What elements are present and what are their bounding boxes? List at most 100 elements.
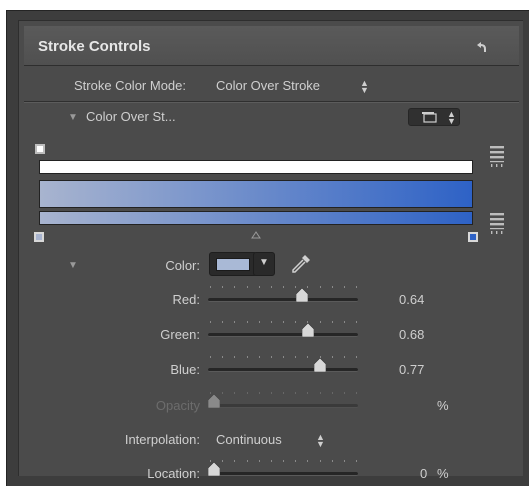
slider-tick [295,392,297,394]
color-disclosure-triangle-icon[interactable]: ▼ [68,260,78,271]
slider-tick [331,460,333,462]
reset-icon[interactable] [474,40,488,54]
slider-ticks [210,319,357,325]
gradient-preview-bar [39,180,473,208]
slider-tick [295,356,297,358]
slider-tick [270,460,272,462]
gradient-section-label: Color Over St... [86,109,176,124]
blue-label: Blue: [170,362,200,377]
slider-tick [270,321,272,323]
slider-tick [258,286,260,288]
slider-thumb[interactable] [296,288,309,302]
slider-track [208,472,358,476]
green-value[interactable]: 0.68 [399,327,424,342]
distribute-opacity-icon[interactable] [489,144,505,179]
slider-tick [234,356,236,358]
slider-tick [307,356,309,358]
gradient-preset-button[interactable]: ▲ ▼ [408,108,460,126]
slider-thumb[interactable] [314,358,327,372]
interpolation-label: Interpolation: [124,432,200,447]
slider-tick [283,392,284,394]
interpolation-popup[interactable]: Continuous ▲ ▼ [216,430,332,450]
color-swatch [216,258,250,271]
color-tag-start-handle[interactable] [34,232,44,242]
green-slider[interactable] [208,319,358,339]
red-label: Red: [172,292,200,307]
popup-arrows-icon: ▲ ▼ [360,78,369,95]
slider-tick [222,356,224,358]
location-label: Location: [147,466,200,481]
slider-tick [222,460,224,462]
popup-arrows-icon: ▲ ▼ [316,432,325,449]
slider-tick [319,460,321,462]
opacity-slider [208,390,358,410]
slider-tick [356,392,357,394]
slider-thumb[interactable] [301,323,314,337]
slider-tick [319,321,321,323]
slider-tick [246,321,248,323]
slider-tick [356,356,357,358]
color-popup-button[interactable]: ▼ [253,252,275,276]
slider-tick [343,356,345,358]
slider-track [208,298,358,302]
slider-tick [307,460,309,462]
slider-tick [319,286,321,288]
slider-tick [234,286,236,288]
slider-tick [331,392,333,394]
opacity-gradient-bar[interactable] [39,160,473,174]
blue-value[interactable]: 0.77 [399,362,424,377]
disclosure-triangle-icon[interactable]: ▼ [68,112,78,123]
stroke-color-mode-popup[interactable]: Color Over Stroke ▲ ▼ [216,76,376,96]
eyedropper-icon[interactable] [290,253,312,280]
red-value[interactable]: 0.64 [399,292,424,307]
slider-track [208,404,358,408]
slider-tick [234,392,236,394]
location-value[interactable]: 0 [420,466,427,481]
opacity-unit: % [437,398,449,413]
red-slider[interactable] [208,284,358,304]
slider-ticks [210,284,357,290]
slider-tick [331,286,333,288]
slider-thumb [208,394,220,408]
stroke-color-mode-label: Stroke Color Mode: [74,78,186,93]
chevron-down-icon: ▼ [259,257,269,268]
midpoint-marker-icon[interactable] [251,226,261,244]
slider-tick [331,321,333,323]
slider-ticks [210,458,357,464]
slider-tick [210,286,211,288]
color-well-button[interactable] [209,252,257,276]
slider-tick [295,321,297,323]
blue-slider[interactable] [208,354,358,374]
slider-thumb[interactable] [208,462,220,476]
color-label: Color: [165,258,200,273]
slider-ticks [210,354,357,360]
slider-tick [283,286,284,288]
slider-tick [283,321,284,323]
slider-tick [210,321,211,323]
slider-tick [283,356,284,358]
slider-tick [258,460,260,462]
slider-tick [246,356,248,358]
slider-tick [356,321,357,323]
location-slider[interactable] [208,458,358,478]
green-label: Green: [160,327,200,342]
slider-tick [258,356,260,358]
distribute-color-icon[interactable] [489,211,505,246]
location-unit: % [437,466,449,481]
slider-tick [270,392,272,394]
slider-tick [258,321,260,323]
opacity-tag-handle[interactable] [35,144,45,154]
color-tag-end-handle[interactable] [468,232,478,242]
slider-tick [246,392,248,394]
slider-tick [222,392,224,394]
stroke-color-mode-value: Color Over Stroke [216,78,321,93]
slider-tick [222,286,224,288]
color-gradient-bar[interactable] [39,211,473,225]
slider-track [208,333,358,337]
slider-tick [210,356,211,358]
slider-tick [258,392,260,394]
slider-tick [343,460,345,462]
slider-tick [343,286,345,288]
slider-tick [356,286,357,288]
slider-tick [222,321,224,323]
